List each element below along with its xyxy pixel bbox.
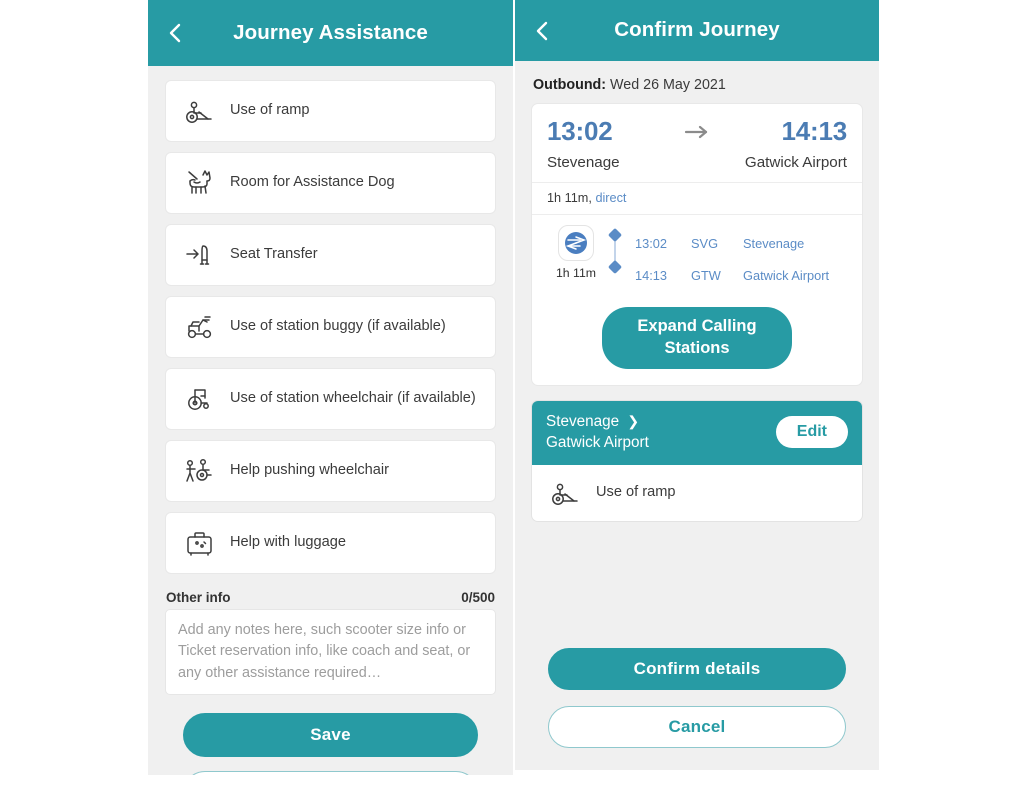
chevron-left-icon: [167, 21, 183, 45]
outbound-date-row: Outbound: Wed 26 May 2021: [515, 61, 879, 103]
arrive-station: Gatwick Airport: [744, 154, 847, 171]
assistance-option-help-with-luggage[interactable]: Help with luggage: [165, 512, 496, 574]
journey-changes-link[interactable]: direct: [595, 191, 626, 205]
wheelchair-ramp-icon: [178, 91, 222, 131]
outbound-label: Outbound:: [533, 77, 607, 93]
confirm-details-button[interactable]: Confirm details: [548, 648, 846, 690]
journey-card[interactable]: 13:02 14:13 Stevenage Gatwick Airport 1h…: [531, 103, 863, 386]
assistance-summary-item: Use of ramp: [532, 464, 862, 521]
luggage-icon: [178, 523, 222, 563]
journey-stations: Stevenage Gatwick Airport: [547, 154, 847, 171]
expand-calling-stations-button[interactable]: Expand Calling Stations: [602, 307, 792, 369]
assistance-option-label: Help with luggage: [230, 534, 347, 551]
stop-code: GTW: [691, 267, 721, 283]
left-actions: Save: [148, 695, 513, 775]
arrive-time: 14:13: [781, 116, 848, 146]
assistance-option-station-buggy[interactable]: Use of station buggy (if available): [165, 296, 496, 358]
assistance-dog-icon: [178, 163, 222, 203]
other-info-label: Other info: [166, 590, 231, 605]
other-info-input-wrap: Add any notes here, such scooter size in…: [148, 609, 513, 695]
right-app-bar: Confirm Journey: [515, 0, 879, 61]
assistance-option-label: Use of station wheelchair (if available): [230, 390, 476, 407]
assistance-options-list: Use of ramp Room for Assistance Dog Seat…: [148, 66, 513, 574]
assistance-option-station-wheelchair[interactable]: Use of station wheelchair (if available): [165, 368, 496, 430]
assistance-option-help-pushing-wheelchair[interactable]: Help pushing wheelchair: [165, 440, 496, 502]
assistance-summary-item-label: Use of ramp: [596, 484, 676, 501]
chevron-right-icon: ❯: [627, 412, 640, 429]
right-actions: Confirm details Cancel: [515, 632, 879, 748]
assistance-option-label: Room for Assistance Dog: [230, 174, 395, 191]
journey-duration: 1h 11m,: [547, 191, 592, 205]
depart-time: 13:02: [547, 116, 613, 146]
journey-assistance-screen: Journey Assistance Use of ramp Room for …: [148, 0, 513, 775]
stop-time: 13:02: [635, 235, 668, 251]
stop-dot-icon: [607, 259, 623, 275]
assistance-summary-header: Stevenage ❯ Gatwick Airport Edit: [532, 400, 862, 465]
other-info-row: Other info 0/500: [148, 584, 513, 609]
wheelchair-ramp-icon: [544, 473, 588, 513]
leg-duration: 1h 11m: [555, 266, 597, 280]
assistance-route-from: Stevenage: [546, 412, 620, 430]
wheelchair-icon: [178, 379, 222, 419]
journey-summary: 13:02 14:13 Stevenage Gatwick Airport: [532, 104, 862, 182]
secondary-button-clipped[interactable]: [183, 771, 478, 775]
seat-transfer-icon: [178, 235, 222, 275]
journey-meta: 1h 11m, direct: [532, 183, 862, 214]
assistance-option-label: Seat Transfer: [230, 246, 318, 263]
leg-spine: [605, 225, 625, 275]
secondary-button[interactable]: [183, 771, 478, 775]
assistance-route: Stevenage ❯ Gatwick Airport: [546, 411, 649, 454]
assistance-route-line-1: Stevenage ❯: [546, 411, 649, 433]
cancel-button[interactable]: Cancel: [548, 706, 846, 748]
page-title: Journey Assistance: [233, 20, 428, 44]
arrow-right-icon: [682, 124, 712, 140]
depart-station: Stevenage: [547, 154, 620, 171]
journey-times: 13:02 14:13: [547, 116, 847, 147]
push-wheelchair-icon: [178, 451, 222, 491]
assistance-route-to: Gatwick Airport: [546, 434, 649, 452]
chevron-left-icon: [534, 19, 550, 43]
assistance-option-use-of-ramp[interactable]: Use of ramp: [165, 80, 496, 142]
other-info-counter: 0/500: [461, 590, 495, 605]
stop-code: SVG: [691, 235, 719, 251]
national-rail-icon: [558, 225, 594, 261]
edit-button[interactable]: Edit: [775, 416, 848, 449]
outbound-date: Wed 26 May 2021: [610, 77, 726, 93]
leg-stop-row: 14:13 GTW Gatwick Airport: [635, 259, 847, 291]
back-button[interactable]: [531, 20, 553, 42]
back-button[interactable]: [164, 22, 186, 44]
other-info-textarea[interactable]: Add any notes here, such scooter size in…: [165, 609, 496, 695]
left-app-bar: Journey Assistance: [148, 0, 513, 66]
leg-mode-column: 1h 11m: [547, 225, 605, 280]
assistance-option-assistance-dog[interactable]: Room for Assistance Dog: [165, 152, 496, 214]
journey-legs: 1h 11m 13:02 SVG Stevenage 14:13 GTW Gat…: [532, 215, 862, 297]
stop-name: Gatwick Airport: [743, 267, 830, 283]
assistance-summary-card: Stevenage ❯ Gatwick Airport Edit Use of …: [531, 399, 863, 522]
stop-dot-icon: [607, 227, 623, 243]
save-button[interactable]: Save: [183, 713, 478, 757]
expand-calling-stations-wrap: Expand Calling Stations: [532, 297, 862, 385]
leg-stop-rows: 13:02 SVG Stevenage 14:13 GTW Gatwick Ai…: [625, 225, 847, 291]
screenshot-stage: Journey Assistance Use of ramp Room for …: [0, 0, 1025, 786]
leg-stop-row: 13:02 SVG Stevenage: [635, 227, 847, 259]
assistance-option-seat-transfer[interactable]: Seat Transfer: [165, 224, 496, 286]
assistance-option-label: Use of ramp: [230, 102, 310, 119]
page-title: Confirm Journey: [614, 18, 780, 42]
confirm-journey-screen: Confirm Journey Outbound: Wed 26 May 202…: [515, 0, 879, 770]
station-buggy-icon: [178, 307, 222, 347]
assistance-option-label: Use of station buggy (if available): [230, 318, 446, 335]
stop-name: Stevenage: [743, 235, 805, 251]
assistance-option-label: Help pushing wheelchair: [230, 462, 390, 479]
spine-line: [614, 240, 616, 262]
stop-time: 14:13: [635, 267, 668, 283]
